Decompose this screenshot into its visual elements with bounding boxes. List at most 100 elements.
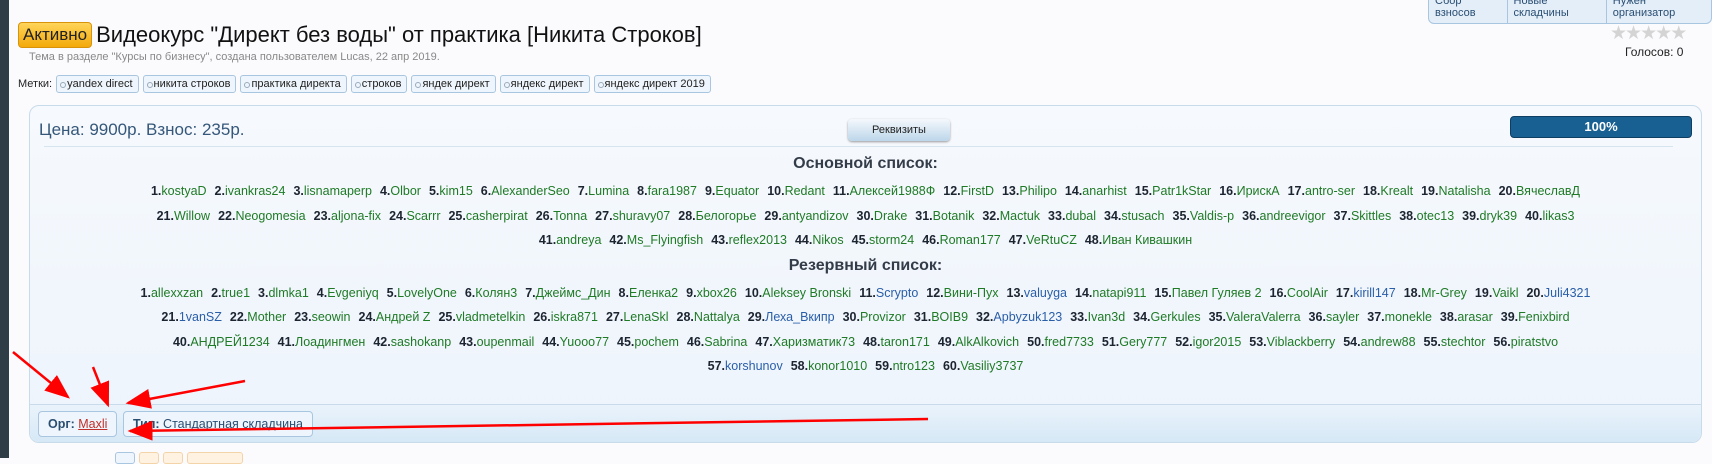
user-link[interactable]: Павел Гуляев 2 xyxy=(1172,286,1262,300)
user-link[interactable]: Mr-Grey xyxy=(1421,286,1467,300)
user-link[interactable]: Иван Кивашкин xyxy=(1102,233,1192,247)
user-link[interactable]: BOIB9 xyxy=(931,310,968,324)
user-link[interactable]: monekle xyxy=(1385,310,1432,324)
user-link[interactable]: Apbyzuk123 xyxy=(993,310,1062,324)
user-link[interactable]: aljona-fix xyxy=(331,209,381,223)
user-link[interactable]: Lumina xyxy=(588,184,629,198)
user-link[interactable]: Ivan3d xyxy=(1088,310,1126,324)
user-link[interactable]: shuravy07 xyxy=(613,209,671,223)
user-link[interactable]: kim15 xyxy=(439,184,472,198)
user-link[interactable]: fara1987 xyxy=(648,184,697,198)
user-link[interactable]: 1vanSZ xyxy=(179,310,222,324)
user-link[interactable]: korshunov xyxy=(725,359,783,373)
requisites-button[interactable]: Реквизиты xyxy=(848,119,950,141)
user-link[interactable]: AlexanderSeo xyxy=(491,184,570,198)
organizer-link[interactable]: Maxli xyxy=(78,417,107,431)
user-link[interactable]: otec13 xyxy=(1417,209,1455,223)
user-link[interactable]: valuyga xyxy=(1024,286,1067,300)
user-link[interactable]: reflex2013 xyxy=(729,233,787,247)
user-link[interactable]: Еленка2 xyxy=(629,286,678,300)
user-link[interactable]: Provizor xyxy=(860,310,906,324)
user-link[interactable]: AlkAlkovich xyxy=(955,335,1019,349)
pager-button[interactable] xyxy=(139,452,159,464)
user-link[interactable]: true1 xyxy=(222,286,251,300)
user-link[interactable]: Алексей1988Ф xyxy=(850,184,936,198)
tag-link[interactable]: никита строков xyxy=(142,75,237,93)
user-link[interactable]: Tonna xyxy=(553,209,587,223)
user-link[interactable]: Juli4321 xyxy=(1544,286,1591,300)
user-link[interactable]: LovelyOne xyxy=(397,286,457,300)
user-link[interactable]: vladmetelkin xyxy=(456,310,525,324)
user-link[interactable]: Vaikl xyxy=(1492,286,1518,300)
pager-button[interactable] xyxy=(163,452,183,464)
user-link[interactable]: Gerkules xyxy=(1151,310,1201,324)
star-icon[interactable]: ★ xyxy=(1625,23,1642,44)
user-link[interactable]: stusach xyxy=(1121,209,1164,223)
user-link[interactable]: dubal xyxy=(1065,209,1096,223)
user-link[interactable]: fred7733 xyxy=(1045,335,1094,349)
user-link[interactable]: Вини-Пух xyxy=(944,286,999,300)
user-link[interactable]: Mactuk xyxy=(1000,209,1040,223)
pager-button[interactable] xyxy=(115,452,135,464)
user-link[interactable]: andrew88 xyxy=(1361,335,1416,349)
user-link[interactable]: CoolAir xyxy=(1287,286,1328,300)
user-link[interactable]: ВячеславД xyxy=(1516,184,1580,198)
user-link[interactable]: Ms_Flyingfish xyxy=(627,233,703,247)
user-link[interactable]: ntro123 xyxy=(893,359,935,373)
tag-link[interactable]: яндек директ xyxy=(411,75,496,93)
user-link[interactable]: Sabrina xyxy=(704,335,747,349)
user-link[interactable]: Drake xyxy=(874,209,907,223)
user-link[interactable]: Patr1kStar xyxy=(1152,184,1211,198)
user-link[interactable]: kostyaD xyxy=(161,184,206,198)
user-link[interactable]: ValeraValerra xyxy=(1226,310,1301,324)
user-link[interactable]: Nikos xyxy=(812,233,843,247)
user-link[interactable]: stechtor xyxy=(1441,335,1485,349)
user-link[interactable]: allexxzan xyxy=(151,286,203,300)
user-link[interactable]: ИрискА xyxy=(1237,184,1280,198)
user-link[interactable]: Aleksey Bronski xyxy=(762,286,851,300)
user-link[interactable]: Neogomesia xyxy=(235,209,305,223)
user-link[interactable]: likas3 xyxy=(1542,209,1574,223)
user-link[interactable]: andreya xyxy=(556,233,601,247)
user-link[interactable]: lisnamaperp xyxy=(304,184,372,198)
user-link[interactable]: iskra871 xyxy=(551,310,598,324)
tag-link[interactable]: яндекс директ xyxy=(499,75,590,93)
user-link[interactable]: Джеймс_Дин xyxy=(536,286,611,300)
user-link[interactable]: Willow xyxy=(174,209,210,223)
user-link[interactable]: Olbor xyxy=(390,184,421,198)
user-link[interactable]: Леха_Вкипр xyxy=(765,310,834,324)
user-link[interactable]: Valdis-p xyxy=(1190,209,1234,223)
user-link[interactable]: pochem xyxy=(634,335,678,349)
tag-link[interactable]: строков xyxy=(350,75,408,93)
user-link[interactable]: Natalisha xyxy=(1438,184,1490,198)
user-link[interactable]: arasar xyxy=(1457,310,1492,324)
user-link[interactable]: xbox26 xyxy=(697,286,737,300)
user-link[interactable]: VeRtuCZ xyxy=(1026,233,1077,247)
user-link[interactable]: anarhist xyxy=(1082,184,1126,198)
tab-need-organizer[interactable]: Нужен организатор xyxy=(1605,0,1711,23)
user-link[interactable]: Botanik xyxy=(933,209,975,223)
tab-collecting[interactable]: Сбор взносов xyxy=(1429,0,1507,23)
star-icon[interactable]: ★ xyxy=(1655,23,1672,44)
star-icon[interactable]: ★ xyxy=(1640,23,1657,44)
user-link[interactable]: sayler xyxy=(1326,310,1359,324)
user-link[interactable]: Fenixbird xyxy=(1518,310,1569,324)
pager-button[interactable] xyxy=(187,452,243,464)
user-link[interactable]: Харизматик73 xyxy=(773,335,855,349)
user-link[interactable]: taron171 xyxy=(880,335,929,349)
user-link[interactable]: Белогорье xyxy=(696,209,757,223)
user-link[interactable]: Gery777 xyxy=(1119,335,1167,349)
user-link[interactable]: ivankras24 xyxy=(225,184,285,198)
tag-link[interactable]: яндекс директ 2019 xyxy=(593,75,711,93)
user-link[interactable]: Mother xyxy=(247,310,286,324)
user-link[interactable]: sashokanp xyxy=(391,335,451,349)
user-link[interactable]: Evgeniyq xyxy=(327,286,378,300)
user-link[interactable]: Roman177 xyxy=(940,233,1001,247)
tag-link[interactable]: практика директа xyxy=(240,75,347,93)
user-link[interactable]: Yuooo77 xyxy=(560,335,609,349)
user-link[interactable]: Viblackberry xyxy=(1267,335,1336,349)
user-link[interactable]: FirstD xyxy=(961,184,994,198)
user-link[interactable]: piratstvo xyxy=(1511,335,1558,349)
user-link[interactable]: Redant xyxy=(785,184,825,198)
user-link[interactable]: Philipo xyxy=(1019,184,1057,198)
